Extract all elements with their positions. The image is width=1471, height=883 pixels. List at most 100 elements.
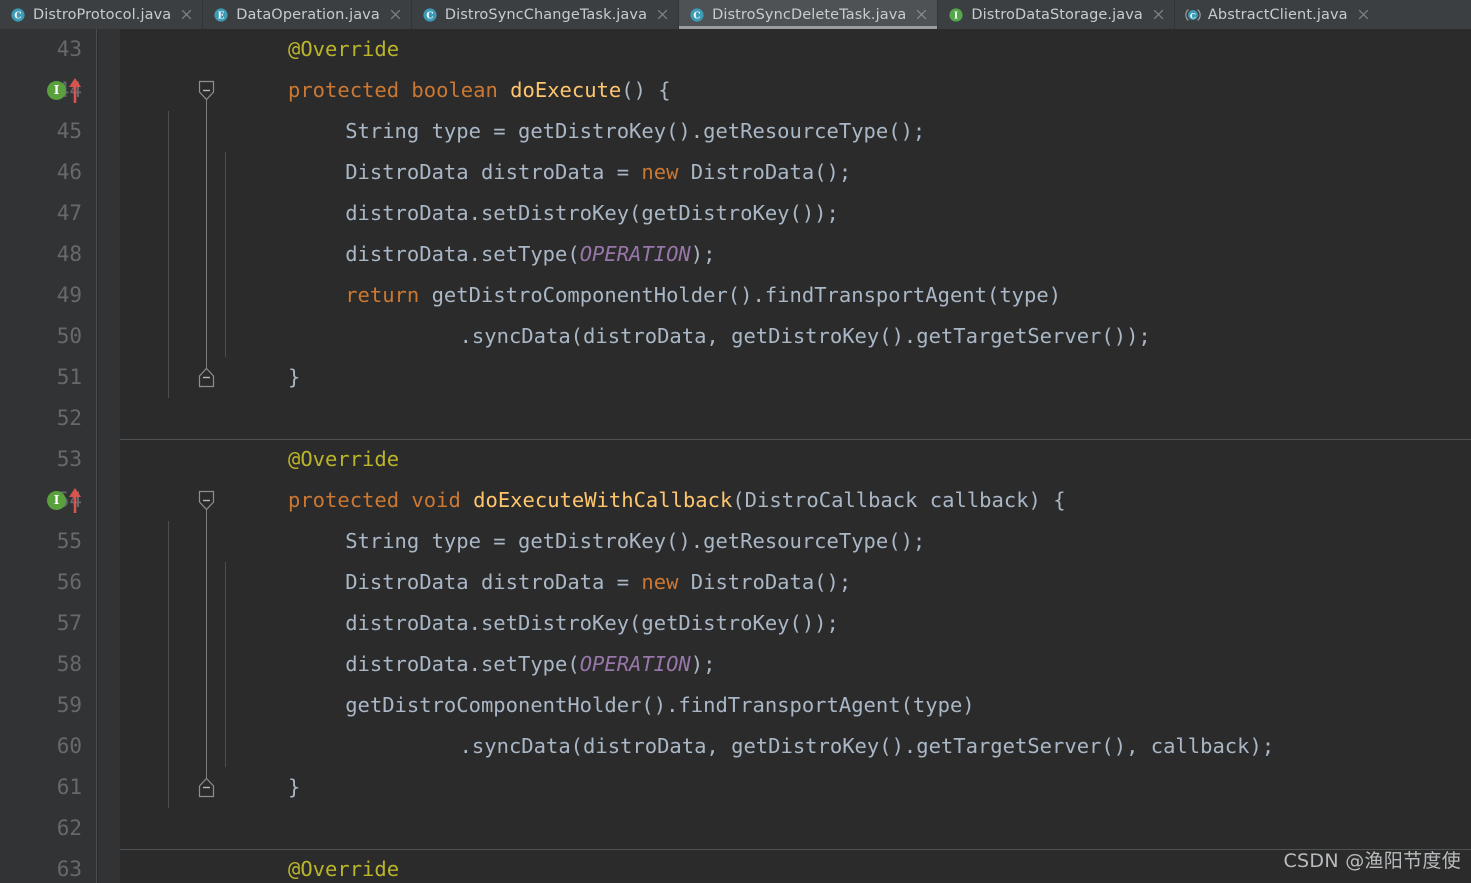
line-number: 55 [56, 529, 82, 553]
code-line[interactable]: .syncData(distroData, getDistroKey().get… [460, 316, 1151, 357]
close-icon[interactable] [1357, 8, 1370, 21]
code-token: distroData.setDistroKey(getDistroKey()); [345, 201, 839, 225]
editor-tab-bar: C DistroProtocol.java E DataOperation.java C… [0, 0, 1471, 29]
editor-tab-distrosyncdeletetask[interactable]: C DistroSyncDeleteTask.java [679, 0, 938, 29]
close-icon[interactable] [656, 8, 669, 21]
close-icon[interactable] [915, 8, 928, 21]
code-token: distroData.setDistroKey(getDistroKey()); [345, 611, 839, 635]
close-icon[interactable] [389, 8, 402, 21]
code-line[interactable]: return getDistroComponentHolder().findTr… [345, 275, 1061, 316]
code-token: ); [690, 652, 716, 676]
fold-region-separator [120, 439, 1471, 440]
code-token: DistroData distroData = [345, 570, 642, 594]
code-editor[interactable]: 43 44 I 45 46 47 48 49 50 51 52 53 54 I 55 56 57 58 59 60 61… [0, 29, 1471, 883]
indent-guide-level-1-a [168, 111, 169, 398]
override-method-gutter-icon[interactable]: I [47, 480, 87, 521]
implements-marker-icon[interactable]: I [47, 491, 66, 510]
code-token: doExecuteWithCallback [473, 488, 733, 512]
tab-label: DistroDataStorage.java [971, 6, 1143, 23]
indent-guide-level-2-b [225, 562, 226, 767]
code-line[interactable]: String type = getDistroKey().getResource… [345, 521, 925, 562]
code-token: @Override [288, 447, 400, 471]
code-line[interactable]: } [288, 357, 300, 398]
code-line[interactable]: .syncData(distroData, getDistroKey().get… [460, 726, 1275, 767]
code-line[interactable]: DistroData distroData = new DistroData()… [345, 562, 851, 603]
close-icon[interactable] [1152, 8, 1165, 21]
line-number: 49 [56, 283, 82, 307]
code-token: @Override [288, 857, 400, 881]
tab-label: DistroSyncDeleteTask.java [712, 6, 907, 23]
code-token: DistroData(); [690, 570, 852, 594]
svg-text:E: E [218, 11, 225, 21]
line-number: 62 [56, 816, 82, 840]
code-token: distroData.setType( [345, 652, 580, 676]
code-line[interactable]: DistroData distroData = new DistroData()… [345, 152, 851, 193]
code-token: new [641, 160, 691, 184]
svg-text:I: I [954, 11, 958, 21]
java-enum-icon: E [214, 7, 228, 22]
editor-tab-distrodatastorage[interactable]: I DistroDataStorage.java [938, 0, 1174, 29]
java-interface-icon: I [949, 7, 963, 22]
implements-marker-icon[interactable]: I [47, 81, 66, 100]
code-line[interactable]: @Override [288, 439, 399, 480]
svg-text:C: C [693, 11, 700, 21]
code-line[interactable]: getDistroComponentHolder().findTransport… [345, 685, 974, 726]
code-token: () { [621, 78, 671, 102]
code-line[interactable]: String type = getDistroKey().getResource… [345, 111, 925, 152]
close-icon[interactable] [180, 8, 193, 21]
code-token: } [288, 775, 301, 799]
code-line[interactable]: distroData.setDistroKey(getDistroKey()); [345, 193, 839, 234]
java-abstract-class-icon: C [1185, 8, 1201, 21]
code-content-area[interactable]: @Override protected boolean doExecute() {… [120, 29, 1471, 883]
code-folding-strip[interactable] [98, 29, 215, 883]
line-number: 48 [56, 242, 82, 266]
override-arrow-icon[interactable] [67, 486, 83, 514]
java-class-icon: C [423, 7, 437, 22]
code-token: DistroData(); [690, 160, 852, 184]
code-line[interactable]: distroData.setType(OPERATION); [345, 644, 715, 685]
editor-tab-abstractclient[interactable]: C AbstractClient.java [1175, 0, 1379, 29]
code-line[interactable]: protected boolean doExecute() { [288, 70, 671, 111]
override-arrow-icon[interactable] [67, 76, 83, 104]
line-number-gutter[interactable]: 43 44 I 45 46 47 48 49 50 51 52 53 54 I 55 56 57 58 59 60 61… [0, 29, 97, 883]
code-line[interactable]: distroData.setType(OPERATION); [345, 234, 715, 275]
code-token: OPERATION [579, 242, 691, 266]
code-token: .syncData(distroData, getDistroKey().get… [459, 734, 1275, 758]
fold-region-separator [120, 849, 1471, 850]
line-number: 50 [56, 324, 82, 348]
svg-text:C: C [426, 11, 433, 21]
line-number: 57 [56, 611, 82, 635]
line-number: 47 [56, 201, 82, 225]
line-number: 59 [56, 693, 82, 717]
line-number: 63 [56, 857, 82, 881]
code-line[interactable]: @Override [288, 849, 399, 883]
code-token: boolean [411, 78, 511, 102]
line-number: 60 [56, 734, 82, 758]
code-token: protected [288, 488, 412, 512]
override-method-gutter-icon[interactable]: I [47, 70, 87, 111]
java-class-icon: C [690, 7, 704, 22]
editor-tab-distrosyncchangetask[interactable]: C DistroSyncChangeTask.java [412, 0, 678, 29]
code-line[interactable]: protected void doExecuteWithCallback(Dis… [288, 480, 1066, 521]
code-line[interactable]: } [288, 767, 300, 808]
tab-label: DataOperation.java [236, 6, 380, 23]
code-token: void [411, 488, 474, 512]
code-line[interactable]: @Override [288, 29, 399, 70]
editor-tab-distroprotocol[interactable]: C DistroProtocol.java [0, 0, 202, 29]
code-token: getDistroComponentHolder().findTransport… [431, 283, 1062, 307]
code-token: @Override [288, 37, 400, 61]
line-number: 45 [56, 119, 82, 143]
line-number: 52 [56, 406, 82, 430]
svg-text:C: C [14, 11, 21, 21]
editor-tab-dataoperation[interactable]: E DataOperation.java [203, 0, 411, 29]
code-token: } [288, 365, 301, 389]
code-token: DistroData distroData = [345, 160, 642, 184]
code-token: ); [690, 242, 716, 266]
indent-guide-level-2-a [225, 152, 226, 357]
code-token: OPERATION [579, 652, 691, 676]
line-number: 56 [56, 570, 82, 594]
code-line[interactable]: distroData.setDistroKey(getDistroKey()); [345, 603, 839, 644]
code-token: doExecute [510, 78, 622, 102]
tab-label: DistroSyncChangeTask.java [444, 6, 648, 23]
line-number: 61 [56, 775, 82, 799]
